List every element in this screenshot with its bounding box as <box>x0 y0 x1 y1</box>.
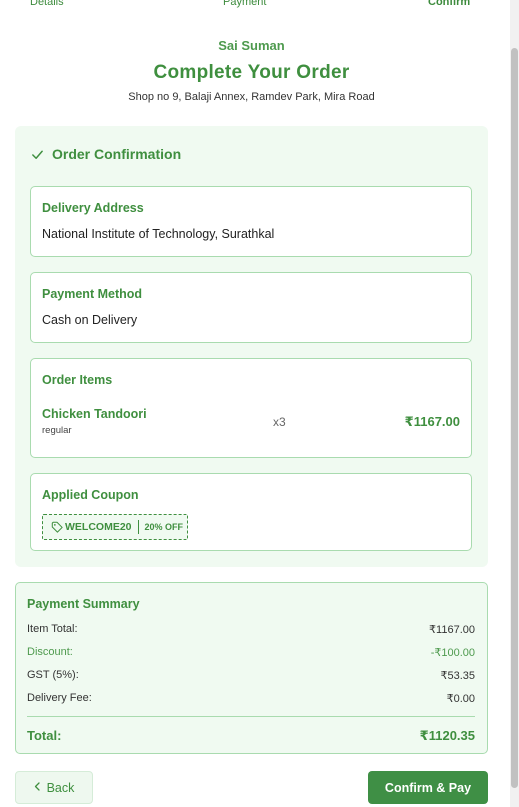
applied-coupon-card: Applied Coupon WELCOME20 20% OFF <box>30 473 472 551</box>
payment-method-card: Payment Method Cash on Delivery <box>30 272 472 343</box>
delivery-address-title: Delivery Address <box>42 201 144 215</box>
check-icon <box>31 148 44 161</box>
delivery-address-value: National Institute of Technology, Surath… <box>42 227 275 241</box>
item-quantity: x3 <box>273 415 286 429</box>
discount-label: Discount: <box>27 646 73 658</box>
total-value: ₹1120.35 <box>419 728 475 743</box>
payment-summary-panel: Payment Summary Item Total: ₹1167.00 Dis… <box>15 582 488 754</box>
scrollbar[interactable] <box>510 0 519 807</box>
item-variant: regular <box>42 425 72 436</box>
confirm-and-pay-label: Confirm & Pay <box>384 780 472 795</box>
order-confirmation-header: Order Confirmation <box>31 146 181 162</box>
delivery-address-card: Delivery Address National Institute of T… <box>30 186 472 257</box>
page-title: Complete Your Order <box>153 62 350 83</box>
payment-method-value: Cash on Delivery <box>42 313 138 327</box>
summary-row-discount: Discount: -₹100.00 <box>27 646 475 659</box>
step-details-label: Details <box>30 0 64 8</box>
progress-stepper: Details Payment Confirm <box>0 0 505 10</box>
restaurant-name: Sai Suman <box>218 38 285 53</box>
back-button-label: Back <box>46 780 75 795</box>
chevron-left-icon <box>34 781 40 794</box>
coupon-code: WELCOME20 <box>65 521 132 533</box>
summary-row-gst: GST (5%): ₹53.35 <box>27 669 475 682</box>
confirm-and-pay-button[interactable]: Confirm & Pay <box>368 771 488 804</box>
gst-label: GST (5%): <box>27 669 79 681</box>
summary-row-item-total: Item Total: ₹1167.00 <box>27 623 475 636</box>
discount-value: -₹100.00 <box>430 647 475 659</box>
total-label: Total: <box>27 728 62 743</box>
coupon-badge: WELCOME20 20% OFF <box>42 514 188 540</box>
summary-divider <box>27 716 475 717</box>
coupon-divider <box>137 520 139 534</box>
order-items-title: Order Items <box>42 373 113 387</box>
order-confirmation-panel: Order Confirmation Delivery Address Nati… <box>15 126 488 567</box>
item-name: Chicken Tandoori <box>42 407 147 421</box>
summary-row-delivery-fee: Delivery Fee: ₹0.00 <box>27 692 475 705</box>
tag-icon <box>51 521 63 533</box>
summary-row-total: Total: ₹1120.35 <box>27 728 475 744</box>
order-confirmation-title: Order Confirmation <box>52 146 182 162</box>
delivery-fee-label: Delivery Fee: <box>27 692 92 704</box>
coupon-discount-label: 20% OFF <box>144 522 184 532</box>
step-payment-label: Payment <box>223 0 267 8</box>
restaurant-address: Shop no 9, Balaji Annex, Ramdev Park, Mi… <box>128 91 375 103</box>
payment-summary-title: Payment Summary <box>27 597 140 611</box>
item-price: ₹1167.00 <box>404 414 460 429</box>
gst-value: ₹53.35 <box>440 670 475 682</box>
step-confirm-label: Confirm <box>428 0 471 8</box>
item-total-value: ₹1167.00 <box>429 624 475 636</box>
scrollbar-thumb[interactable] <box>511 48 518 788</box>
order-items-card: Order Items Chicken Tandoori regular x3 … <box>30 358 472 458</box>
item-total-label: Item Total: <box>27 623 78 635</box>
back-button[interactable]: Back <box>15 771 93 804</box>
payment-method-title: Payment Method <box>42 287 143 301</box>
applied-coupon-title: Applied Coupon <box>42 488 139 502</box>
delivery-fee-value: ₹0.00 <box>446 693 475 705</box>
